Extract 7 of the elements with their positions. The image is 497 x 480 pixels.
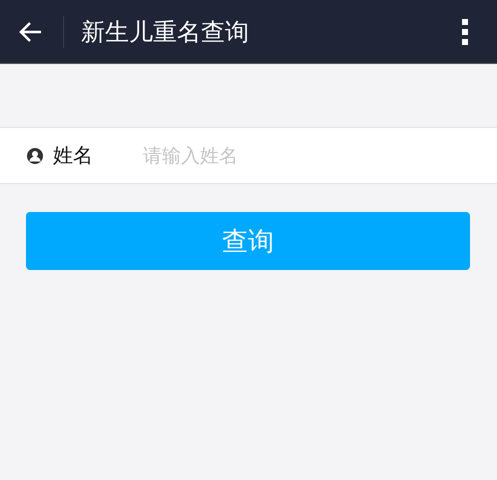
person-icon (26, 146, 44, 164)
more-icon (462, 18, 468, 44)
page-title: 新生儿重名查询 (81, 16, 250, 48)
more-button[interactable] (461, 18, 469, 46)
name-field[interactable]: 姓名 请输入姓名 (0, 127, 497, 184)
field-label: 姓名 (53, 142, 94, 169)
back-arrow-icon (19, 20, 43, 42)
